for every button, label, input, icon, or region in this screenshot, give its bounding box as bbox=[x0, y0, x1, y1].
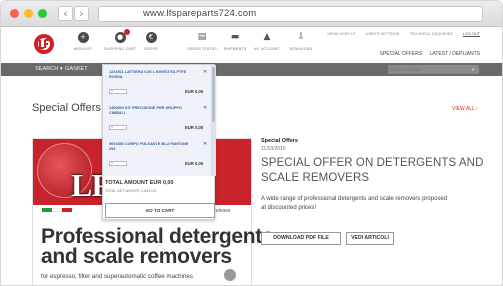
flag-red-stripe bbox=[62, 208, 72, 212]
chevron-down-icon: ▾ bbox=[59, 66, 63, 72]
download-label: DOWNLOAD bbox=[289, 47, 313, 51]
cart-dropdown: 1224921 LATTIERA 0,30 L INVESTITA PTFE R… bbox=[102, 64, 216, 220]
remove-item-icon[interactable]: ✕ bbox=[203, 69, 207, 75]
cart-item: 5003350 CORPO PULSANTE BLU PANTONE 293 ✕… bbox=[103, 139, 211, 175]
special-offers-link[interactable]: SPECIAL OFFERS bbox=[380, 51, 423, 57]
latest-depliants-link[interactable]: LATEST / DEPLIANTS bbox=[430, 51, 480, 57]
offer-date: 11/03/2015 bbox=[261, 146, 286, 152]
cart-item-quantity[interactable]: 1 bbox=[109, 89, 127, 94]
cart-item-price: EUR 0,00 bbox=[185, 161, 204, 166]
cart-item-quantity[interactable]: 1 bbox=[109, 161, 127, 166]
italian-flag bbox=[42, 208, 72, 212]
order-status-icon: ▤ bbox=[197, 32, 207, 42]
view-all-link[interactable]: VIEW ALL › bbox=[452, 106, 478, 112]
address-bar-url: www.lfspareparts724.com bbox=[143, 8, 257, 19]
address-bar[interactable]: www.lfspareparts724.com bbox=[98, 6, 483, 22]
download-icon: ⇩ bbox=[297, 32, 305, 42]
cart-item: 1460000 KIT PRECISIONE PER GRUPPO CIMBAL… bbox=[103, 103, 211, 139]
top-links: MENU USER LF USER'S SETTINGS TECHNICAL E… bbox=[318, 32, 480, 36]
download-pdf-button[interactable]: DOWNLOAD PDF FILE bbox=[261, 232, 341, 245]
forward-button[interactable]: › bbox=[74, 6, 89, 21]
cart-scrollbar[interactable] bbox=[211, 65, 216, 176]
user-settings-link[interactable]: USER'S SETTINGS bbox=[366, 32, 400, 36]
flag-white-stripe bbox=[52, 208, 62, 212]
chevron-right-icon: › bbox=[79, 7, 84, 20]
menu-user-link[interactable]: MENU USER LF bbox=[327, 32, 355, 36]
wishlist-label: WISHLIST bbox=[73, 47, 93, 51]
search-icon[interactable]: ⌕ bbox=[472, 65, 475, 74]
browser-window: ‹ › www.lfspareparts724.com + WISHLIST ●… bbox=[0, 0, 503, 286]
offer-description-line-1: A wide range of professional detergents … bbox=[261, 196, 448, 202]
cart-item-price: EUR 0,00 bbox=[185, 89, 204, 94]
cart-item-price: EUR 0,00 bbox=[185, 125, 204, 130]
banner-release-text: release bbox=[214, 208, 231, 214]
cart-total: TOTAL AMOUNT EUR 0,00 bbox=[105, 180, 174, 186]
flag-green-stripe bbox=[42, 208, 52, 212]
offer-description-line-2: at discounted prices! bbox=[261, 205, 317, 211]
quick-search-input[interactable] bbox=[391, 65, 461, 74]
cart-item: 1224921 LATTIERA 0,30 L INVESTITA PTFE R… bbox=[103, 67, 211, 103]
cart-item-quantity[interactable]: 1 bbox=[109, 125, 127, 130]
go-to-cart-button[interactable]: GO TO CART bbox=[105, 203, 215, 218]
zoom-window-button[interactable] bbox=[38, 9, 47, 18]
offer-title-line-2[interactable]: SCALE REMOVERS bbox=[261, 172, 369, 184]
euro-icon: € bbox=[145, 32, 157, 43]
order-link[interactable]: € ORDER bbox=[131, 32, 171, 51]
minimize-window-button[interactable] bbox=[24, 9, 33, 18]
user-icon: ▲ bbox=[263, 32, 271, 42]
cart-item-name[interactable]: 1224921 LATTIERA 0,30 L INVESTITA PTFE R… bbox=[109, 70, 194, 80]
back-button[interactable]: ‹ bbox=[58, 6, 73, 21]
browser-toolbar: ‹ › www.lfspareparts724.com bbox=[1, 1, 502, 27]
site-header: + WISHLIST ● SHOPPING CART € ORDER ▤ ORD… bbox=[1, 27, 502, 63]
logout-link[interactable]: LOG OUT bbox=[463, 32, 480, 36]
nav-gasket[interactable]: GASKET bbox=[65, 63, 88, 76]
main-nav: SEARCH ▾ GASKET ⌕ bbox=[1, 63, 502, 76]
cart-item-name[interactable]: 1460000 KIT PRECISIONE PER GRUPPO CIMBAL… bbox=[109, 106, 194, 116]
secondary-links: SPECIAL OFFERS LATEST / DEPLIANTS bbox=[374, 51, 480, 57]
banner-subline: for espresso, filter and superautomatic … bbox=[41, 273, 193, 280]
cart-scrollbar-thumb[interactable] bbox=[212, 67, 215, 122]
close-window-button[interactable] bbox=[10, 9, 19, 18]
nav-search-label: SEARCH bbox=[35, 66, 59, 72]
coffee-badge-icon bbox=[224, 269, 236, 281]
remove-item-icon[interactable]: ✕ bbox=[203, 105, 207, 111]
download-link[interactable]: ⇩ DOWNLOAD bbox=[281, 32, 321, 51]
cart-item-list: 1224921 LATTIERA 0,30 L INVESTITA PTFE R… bbox=[103, 65, 216, 176]
order-label: ORDER bbox=[144, 47, 158, 51]
remove-item-icon[interactable]: ✕ bbox=[203, 141, 207, 147]
truck-icon: ▬ bbox=[230, 32, 240, 42]
page-title: Special Offers bbox=[32, 102, 101, 114]
technical-enquiries-link[interactable]: TECHNICAL ENQUIRIES bbox=[410, 32, 453, 36]
lf-logo[interactable] bbox=[33, 33, 57, 55]
wishlist-link[interactable]: + WISHLIST bbox=[63, 32, 103, 51]
quick-search: ⌕ bbox=[388, 65, 479, 74]
view-articles-button[interactable]: VEDI ARTICOLI bbox=[346, 232, 394, 245]
banner-headline-line-2: and scale removers bbox=[41, 245, 232, 268]
wishlist-icon: + bbox=[77, 32, 89, 43]
offer-title-line-1[interactable]: SPECIAL OFFER ON DETERGENTS AND bbox=[261, 157, 484, 169]
cart-net-weight: TOTAL NET WEIGHT: 0,654 KG bbox=[105, 189, 157, 193]
cart-count-badge bbox=[124, 29, 130, 35]
nav-search[interactable]: SEARCH ▾ bbox=[35, 63, 63, 76]
cart-item-name[interactable]: 5003350 CORPO PULSANTE BLU PANTONE 293 bbox=[109, 142, 194, 152]
chevron-left-icon: ‹ bbox=[63, 7, 68, 20]
offer-section-label: Special Offers bbox=[261, 138, 298, 144]
